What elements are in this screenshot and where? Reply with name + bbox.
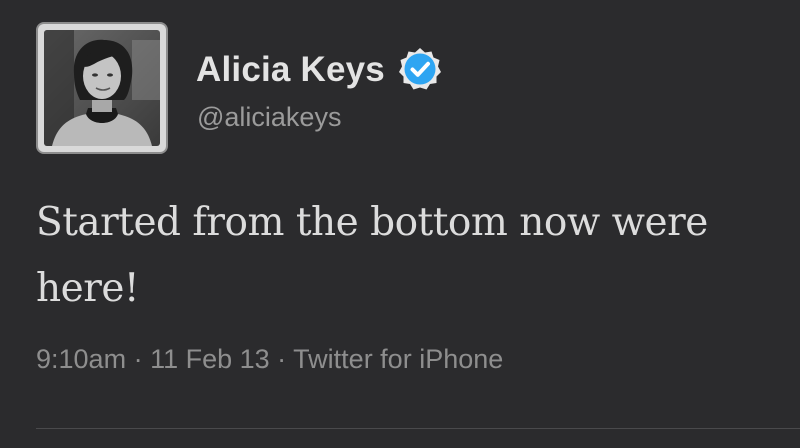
tweet-date[interactable]: 11 Feb 13 [150,344,270,374]
display-name[interactable]: Alicia Keys [196,52,385,87]
verified-badge-icon [398,48,441,90]
user-handle[interactable]: @aliciakeys [197,104,341,131]
meta-separator: · [126,344,151,374]
avatar-photo [44,30,160,146]
tweet-time[interactable]: 9:10am [36,344,126,374]
tweet-card: Alicia Keys @aliciakeys Started from the… [0,0,800,448]
tweet-source[interactable]: Twitter for iPhone [293,344,503,374]
meta-separator: · [269,344,294,374]
tweet-text: Started from the bottom now were here! [36,200,708,311]
divider [36,428,800,429]
avatar[interactable] [36,22,168,154]
author-row: Alicia Keys [196,44,443,94]
profile-photo-icon [44,30,160,146]
tweet-meta: 9:10am · 11 Feb 13 · Twitter for iPhone [36,346,503,373]
